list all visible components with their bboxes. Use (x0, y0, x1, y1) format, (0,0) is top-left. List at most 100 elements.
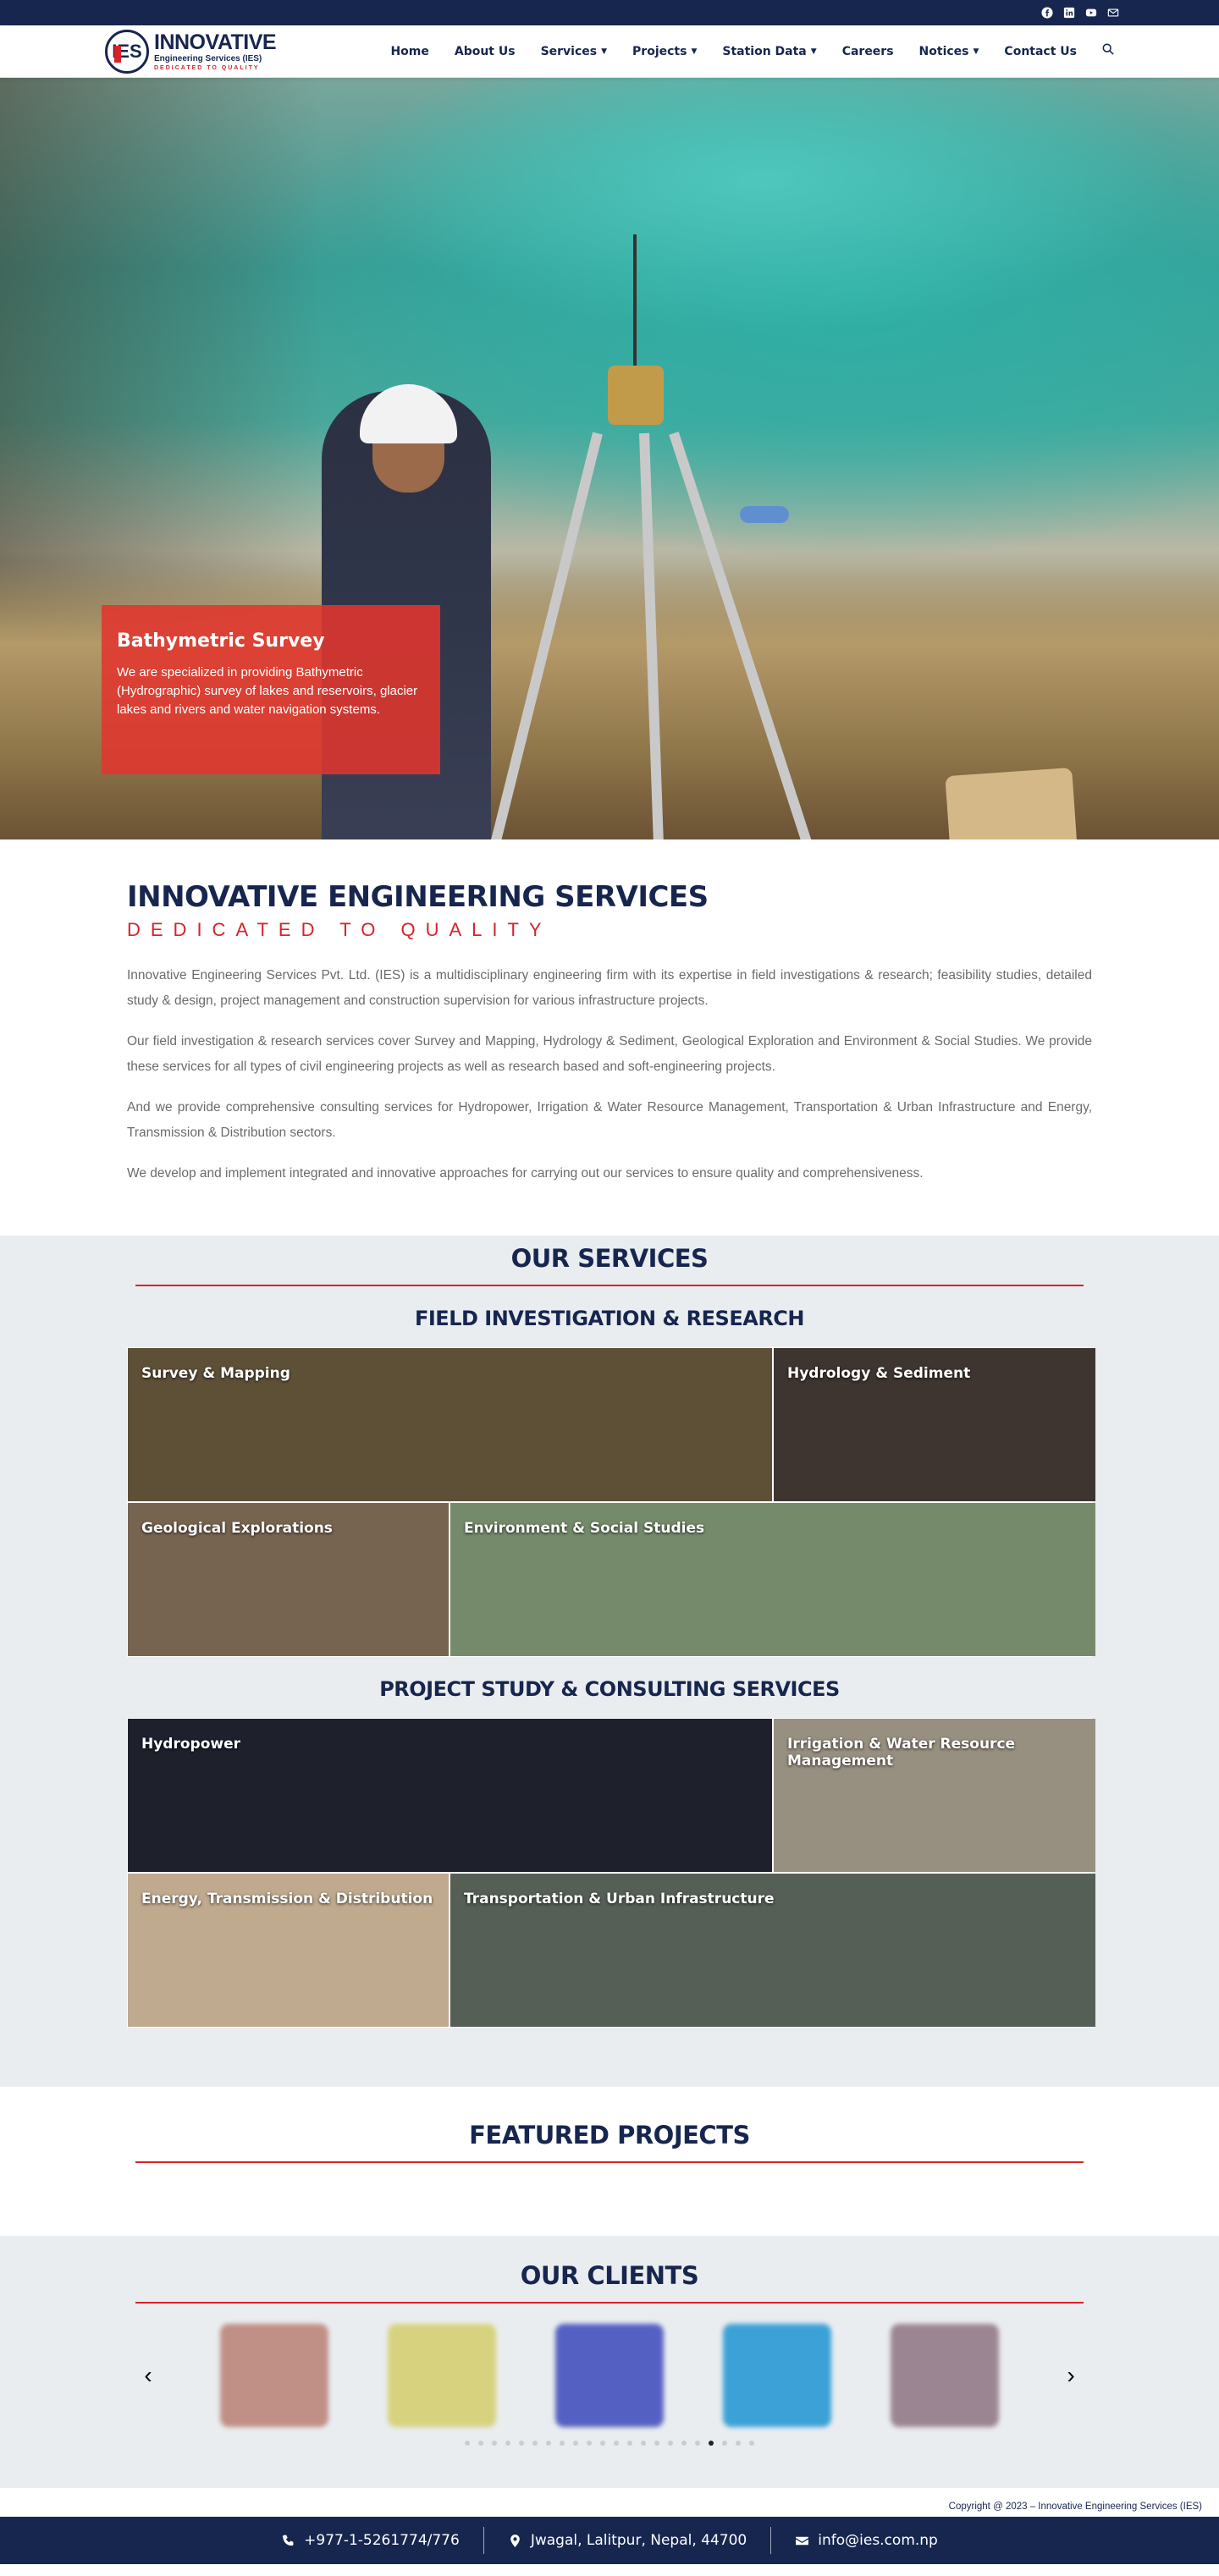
carousel-dot[interactable] (641, 2441, 646, 2446)
nav-careers[interactable]: Careers (830, 45, 907, 58)
nav-notices[interactable]: Notices ▼ (907, 45, 992, 58)
footer-email[interactable]: info@ies.com.np (771, 2532, 962, 2549)
nav-projects[interactable]: Projects ▼ (620, 45, 709, 58)
carousel-next-icon[interactable]: › (1058, 2362, 1084, 2389)
about-paragraph: Innovative Engineering Services Pvt. Ltd… (127, 968, 1092, 1008)
hero-title: Bathymetric Survey (117, 630, 325, 652)
carousel-dot[interactable] (681, 2441, 687, 2446)
carousel-dot[interactable] (749, 2441, 754, 2446)
search-icon[interactable] (1089, 43, 1114, 59)
logo-line3: DEDICATED TO QUALITY (154, 64, 260, 71)
carousel-dot[interactable] (587, 2441, 592, 2446)
logo-mark-icon: IES (105, 29, 149, 74)
services-section: OUR SERVICES FIELD INVESTIGATION & RESEA… (0, 1236, 1219, 2087)
nav-about-us[interactable]: About Us (442, 45, 528, 58)
featured-projects-section: FEATURED PROJECTS (0, 2087, 1219, 2236)
carousel-dot[interactable] (492, 2441, 497, 2446)
carousel-dot[interactable] (654, 2441, 659, 2446)
carousel-dot[interactable] (465, 2441, 470, 2446)
nav-services[interactable]: Services ▼ (528, 45, 620, 58)
tile-environment-social[interactable]: Environment & Social Studies (450, 1503, 1095, 1656)
about-title: INNOVATIVE ENGINEERING SERVICES (127, 880, 709, 914)
tile-irrigation-water[interactable]: Irrigation & Water Resource Management (774, 1719, 1095, 1872)
project-study-grid: Hydropower Irrigation & Water Resource M… (127, 1718, 1095, 2028)
about-paragraph: Our field investigation & research servi… (127, 1034, 1092, 1074)
linkedin-icon[interactable] (1063, 7, 1075, 19)
client-logo[interactable] (723, 2324, 831, 2427)
tile-hydrology-sediment[interactable]: Hydrology & Sediment (774, 1348, 1095, 1501)
footer-address[interactable]: Jwagal, Lalitpur, Nepal, 44700 (484, 2532, 770, 2549)
carousel-dot[interactable] (546, 2441, 551, 2446)
carousel-dot[interactable] (519, 2441, 524, 2446)
about-paragraph: And we provide comprehensive consulting … (127, 1100, 1092, 1140)
client-logo[interactable] (891, 2324, 999, 2427)
copyright-text: Copyright @ 2023 – Innovative Engineerin… (948, 2502, 1202, 2512)
logo-text: INNOVATIVE Engineering Services (IES) DE… (154, 30, 277, 71)
field-investigation-title: FIELD INVESTIGATION & RESEARCH (414, 1307, 805, 1330)
carousel-dot[interactable] (560, 2441, 565, 2446)
tile-transportation-urban[interactable]: Transportation & Urban Infrastructure (450, 1874, 1095, 2027)
nav-station-data[interactable]: Station Data ▼ (709, 45, 829, 58)
site-logo[interactable]: IES INNOVATIVE Engineering Services (IES… (105, 29, 283, 74)
footer-phone[interactable]: +977-1-5261774/776 (257, 2532, 483, 2549)
services-divider (135, 1285, 1084, 1286)
hero-image-gps-receiver (608, 366, 664, 425)
client-logo[interactable] (388, 2324, 496, 2427)
carousel-dot[interactable] (695, 2441, 700, 2446)
services-title: OUR SERVICES (510, 1244, 709, 1273)
about-section: INNOVATIVE ENGINEERING SERVICES DEDICATE… (0, 839, 1219, 1236)
site-header: IES INNOVATIVE Engineering Services (IES… (0, 25, 1219, 78)
hero-text: We are specialized in providing Bathymet… (117, 665, 418, 717)
carousel-prev-icon[interactable]: ‹ (135, 2362, 161, 2389)
clients-carousel: ‹ › (127, 2324, 1092, 2427)
nav-home[interactable]: Home (378, 45, 441, 58)
envelope-icon (796, 2536, 809, 2545)
nav-contact-us[interactable]: Contact Us (991, 45, 1089, 58)
carousel-dot[interactable] (478, 2441, 483, 2446)
hero-slider: Bathymetric Survey We are specialized in… (0, 78, 1219, 839)
carousel-dot[interactable] (573, 2441, 578, 2446)
map-marker-icon (510, 2534, 520, 2547)
facebook-icon[interactable] (1041, 7, 1053, 19)
carousel-dot[interactable] (668, 2441, 673, 2446)
tile-survey-mapping[interactable]: Survey & Mapping (128, 1348, 772, 1501)
clients-divider (135, 2302, 1084, 2304)
carousel-dot[interactable] (627, 2441, 632, 2446)
carousel-dot[interactable] (722, 2441, 727, 2446)
carousel-dots (127, 2441, 1092, 2446)
carousel-dot[interactable] (532, 2441, 538, 2446)
carousel-dot[interactable] (600, 2441, 605, 2446)
chevron-down-icon: ▼ (973, 47, 979, 56)
hero-image-boat (740, 506, 789, 523)
chevron-down-icon: ▼ (810, 47, 817, 56)
tile-energy-transmission[interactable]: Energy, Transmission & Distribution (128, 1874, 449, 2027)
tile-hydropower[interactable]: Hydropower (128, 1719, 772, 1872)
chevron-down-icon: ▼ (691, 47, 698, 56)
clients-title: OUR CLIENTS (520, 2261, 699, 2290)
carousel-dot[interactable] (505, 2441, 510, 2446)
client-logo[interactable] (555, 2324, 664, 2427)
about-tagline: DEDICATED TO QUALITY (127, 919, 552, 940)
hero-caption-card: Bathymetric Survey We are specialized in… (102, 605, 440, 774)
contact-bar: +977-1-5261774/776 Jwagal, Lalitpur, Nep… (0, 2517, 1219, 2564)
mail-icon[interactable] (1107, 7, 1119, 19)
phone-icon (283, 2535, 294, 2546)
field-investigation-grid: Survey & Mapping Hydrology & Sediment Ge… (127, 1347, 1095, 1657)
logo-line1: INNOVATIVE (154, 30, 277, 54)
about-paragraph: We develop and implement integrated and … (127, 1166, 924, 1181)
carousel-dot[interactable] (709, 2441, 714, 2446)
logo-line2: Engineering Services (IES) (154, 53, 262, 63)
top-bar (0, 0, 1219, 25)
clients-section: OUR CLIENTS ‹ › (0, 2236, 1219, 2488)
hero-image-antenna (633, 234, 637, 370)
featured-divider (135, 2161, 1084, 2163)
project-study-title: PROJECT STUDY & CONSULTING SERVICES (379, 1677, 840, 1701)
carousel-dot[interactable] (736, 2441, 741, 2446)
youtube-icon[interactable] (1085, 7, 1097, 19)
main-nav: Home About Us Services ▼ Projects ▼ Statio… (378, 43, 1114, 59)
chevron-down-icon: ▼ (601, 47, 608, 56)
client-logo[interactable] (220, 2324, 328, 2427)
tile-geological-explorations[interactable]: Geological Explorations (128, 1503, 449, 1656)
featured-title: FEATURED PROJECTS (469, 2121, 750, 2149)
carousel-dot[interactable] (614, 2441, 619, 2446)
